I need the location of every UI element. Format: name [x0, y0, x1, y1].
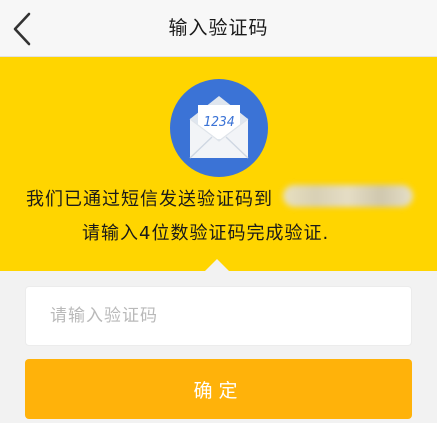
verification-banner: 1234 我们已通过短信发送验证码到 请输入4位数验证码完成验证.	[0, 57, 437, 271]
chevron-left-icon	[13, 12, 31, 46]
back-button[interactable]	[2, 8, 42, 50]
masked-phone-number	[283, 185, 413, 207]
sms-sent-message: 我们已通过短信发送验证码到	[26, 189, 273, 210]
verification-code-input[interactable]	[25, 286, 412, 346]
banner-pointer	[205, 259, 229, 271]
page-title: 输入验证码	[168, 17, 269, 39]
envelope-badge: 1234	[170, 79, 268, 177]
envelope-icon: 1234	[189, 96, 249, 159]
envelope-code-text: 1234	[203, 115, 234, 130]
enter-code-instruction: 请输入4位数验证码完成验证.	[82, 223, 330, 244]
confirm-button[interactable]: 确定	[25, 359, 412, 419]
nav-bar: 输入验证码	[0, 0, 437, 57]
